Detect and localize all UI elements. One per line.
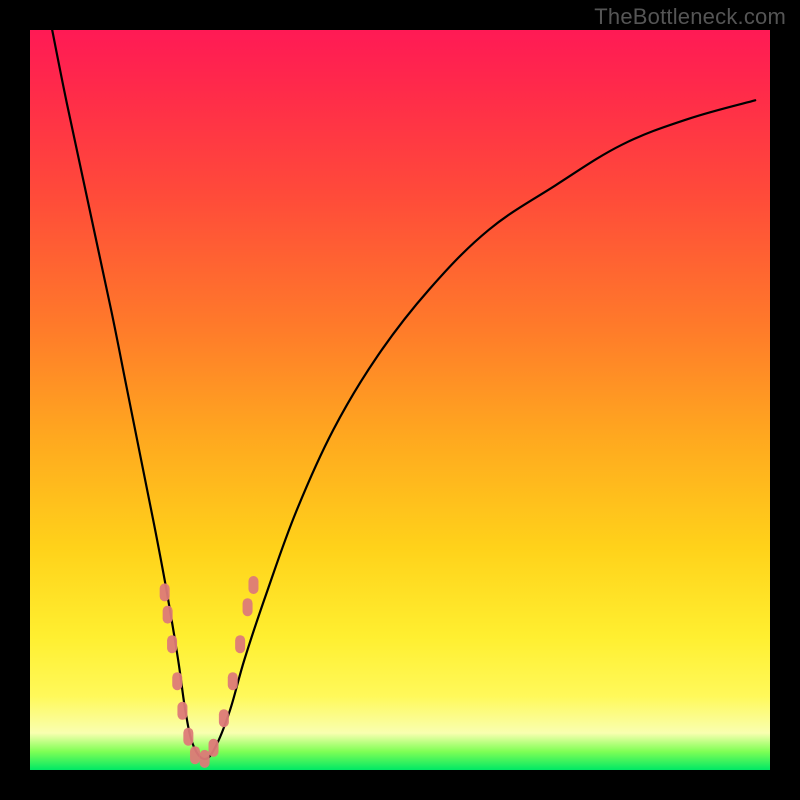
chart-svg: [30, 30, 770, 770]
curve-marker: [183, 728, 193, 746]
curve-marker: [172, 672, 182, 690]
curve-marker: [228, 672, 238, 690]
curve-marker: [190, 746, 200, 764]
plot-area: [30, 30, 770, 770]
marker-group: [160, 576, 259, 768]
curve-marker: [160, 583, 170, 601]
curve-marker: [209, 739, 219, 757]
outer-frame: TheBottleneck.com: [0, 0, 800, 800]
curve-marker: [177, 702, 187, 720]
watermark-text: TheBottleneck.com: [594, 4, 786, 30]
curve-marker: [200, 750, 210, 768]
curve-marker: [243, 598, 253, 616]
bottleneck-curve: [52, 30, 755, 759]
curve-marker: [167, 635, 177, 653]
curve-marker: [235, 635, 245, 653]
curve-marker: [248, 576, 258, 594]
curve-marker: [219, 709, 229, 727]
curve-marker: [163, 606, 173, 624]
